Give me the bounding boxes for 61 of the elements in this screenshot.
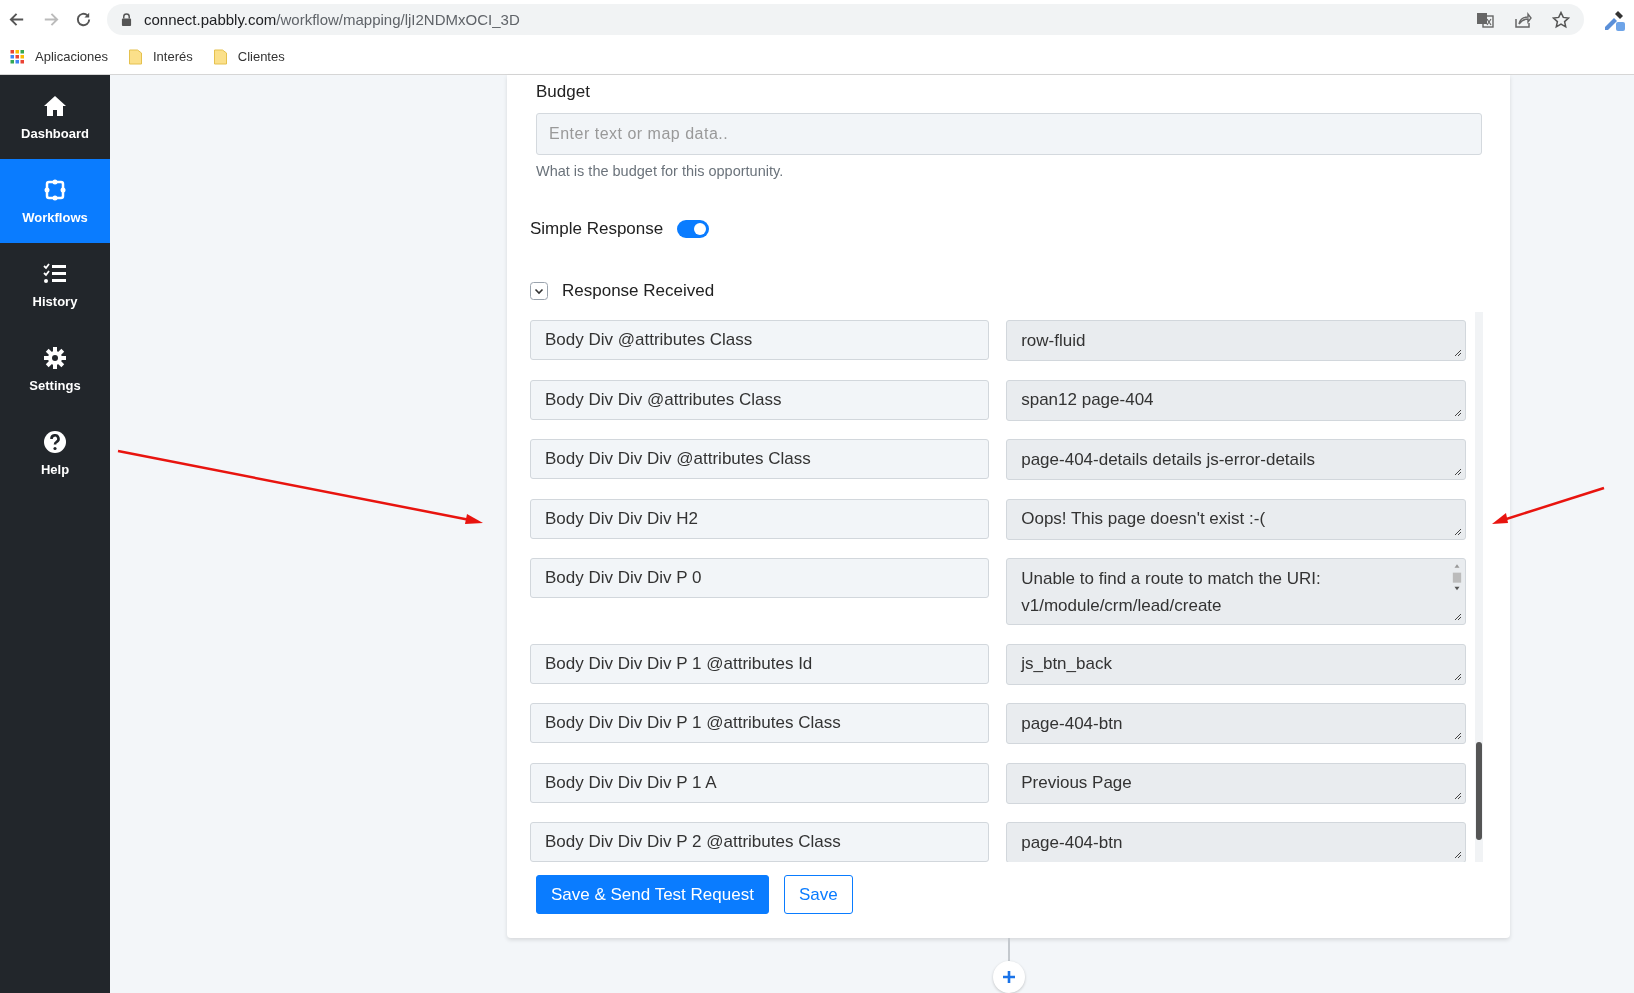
resize-handle-icon[interactable]: [1454, 791, 1463, 800]
gear-icon: [43, 345, 67, 370]
budget-input[interactable]: Enter text or map data..: [536, 113, 1482, 155]
field-label: Budget: [536, 81, 591, 102]
section-label: Response Received: [562, 281, 715, 301]
key-field[interactable]: Body Div Div Div @attributes Class: [530, 439, 989, 479]
share-icon[interactable]: [1514, 10, 1532, 29]
bookmark[interactable]: Clientes: [212, 48, 285, 65]
value-field[interactable]: Oops! This page doesn't exist :-(: [1006, 498, 1467, 540]
value-field[interactable]: js_btn_back: [1006, 643, 1467, 685]
folder-icon: [212, 48, 228, 65]
house-icon: [43, 93, 67, 118]
key-field[interactable]: Body Div Div Div P 1 A: [530, 762, 989, 803]
reload-icon[interactable]: [74, 10, 93, 29]
folder-icon: [128, 48, 143, 65]
resize-handle-icon[interactable]: [1454, 672, 1463, 681]
key-field[interactable]: Body Div Div Div H2: [530, 498, 989, 539]
scrollbar[interactable]: [1475, 312, 1483, 862]
resize-handle-icon[interactable]: [1454, 468, 1463, 476]
sidebar-item[interactable]: Help: [0, 411, 110, 495]
sidebar-item[interactable]: Dashboard: [0, 75, 110, 159]
send-test-button[interactable]: Save & Send Test Request: [536, 875, 769, 914]
sidebar-item[interactable]: History: [0, 243, 110, 327]
lock-icon: [121, 13, 132, 26]
apps-grid-icon: [10, 48, 25, 65]
toggle-switch[interactable]: [677, 220, 710, 238]
value-field[interactable]: Previous Page: [1006, 762, 1467, 804]
star-icon[interactable]: [1552, 10, 1570, 29]
resize-handle-icon[interactable]: [1454, 851, 1463, 859]
sidebar-item[interactable]: Workflows: [0, 159, 110, 243]
key-field[interactable]: Body Div @attributes Class: [530, 320, 989, 360]
key-field[interactable]: Body Div Div Div P 1 @attributes Class: [530, 703, 989, 743]
value-field[interactable]: page-404-btn: [1006, 822, 1467, 862]
toggle-label: Simple Response: [530, 219, 664, 239]
value-field[interactable]: row-fluid: [1006, 320, 1467, 361]
value-field[interactable]: page-404-details details js-error-details: [1006, 439, 1467, 480]
key-field[interactable]: Body Div Div Div P 0: [530, 558, 989, 598]
resize-handle-icon[interactable]: [1454, 732, 1463, 740]
resize-handle-icon[interactable]: [1454, 349, 1463, 357]
plus-icon: [1001, 970, 1016, 984]
key-field[interactable]: Body Div Div @attributes Class: [530, 379, 989, 420]
bookmark[interactable]: Aplicaciones: [10, 48, 108, 65]
value-field[interactable]: page-404-btn: [1006, 703, 1467, 744]
add-step-button[interactable]: [992, 961, 1025, 993]
resize-handle-icon[interactable]: [1454, 613, 1463, 621]
resize-handle-icon[interactable]: [1454, 408, 1463, 417]
workflow-icon: [43, 177, 67, 202]
translate-icon[interactable]: [1476, 10, 1494, 29]
collapse-toggle-icon[interactable]: [530, 282, 548, 300]
help-text: What is the budget for this opportunity.: [536, 163, 785, 179]
value-field[interactable]: Unable to find a route to match the URI: v1/module/crm/lead/create: [1006, 558, 1467, 625]
bookmark[interactable]: Interés: [128, 48, 193, 65]
checklist-icon: [43, 261, 67, 286]
address-bar[interactable]: connect.pabbly.com/workflow/mapping/ljI2NDMxOCI_3D: [107, 4, 1584, 35]
resize-handle-icon[interactable]: [1454, 527, 1463, 536]
value-field[interactable]: span12 page-404: [1006, 379, 1467, 421]
help-icon: [43, 429, 67, 454]
sidebar-item[interactable]: Settings: [0, 327, 110, 411]
key-field[interactable]: Body Div Div Div P 1 @attributes Id: [530, 643, 989, 684]
save-button[interactable]: Save: [783, 875, 853, 914]
key-field[interactable]: Body Div Div Div P 2 @attributes Class: [530, 822, 989, 862]
